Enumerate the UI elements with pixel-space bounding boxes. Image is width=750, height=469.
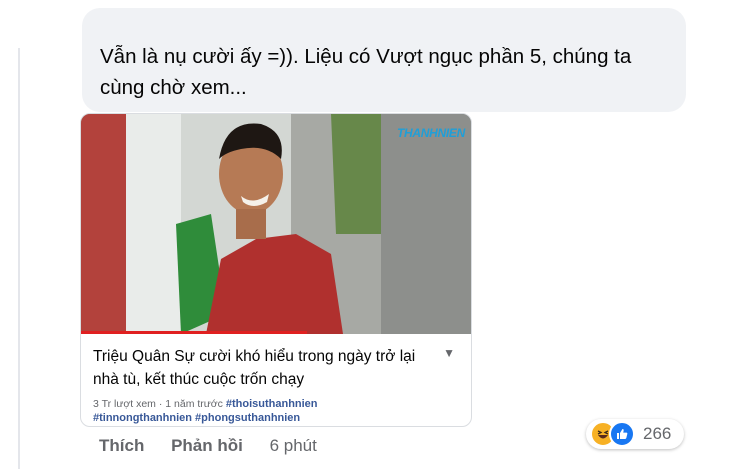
like-button[interactable]: Thích bbox=[99, 436, 144, 455]
chevron-down-icon[interactable]: ▼ bbox=[443, 346, 455, 360]
thread-line bbox=[18, 0, 20, 469]
video-card-body: Triệu Quân Sự cười khó hiểu trong ngày t… bbox=[81, 334, 471, 425]
video-thumbnail[interactable]: THANHNIEN bbox=[81, 114, 471, 334]
video-meta: 3 Tr lượt xem · 1 năm trước #thoisuthanh… bbox=[93, 397, 435, 411]
hashtag-link[interactable]: #tinnongthanhnien bbox=[93, 412, 192, 424]
video-frame-illustration bbox=[81, 114, 471, 334]
reaction-summary[interactable]: 266 bbox=[586, 419, 684, 449]
reaction-count: 266 bbox=[643, 424, 672, 443]
hashtag-link[interactable]: #thoisuthanhnien bbox=[226, 398, 318, 410]
channel-watermark: THANHNIEN bbox=[397, 126, 465, 140]
hashtag-row: #tinnongthanhnien #phongsuthanhnien bbox=[93, 411, 435, 425]
video-views-time: 3 Tr lượt xem · 1 năm trước bbox=[93, 398, 223, 410]
comment-bubble: Vẫn là nụ cười ấy =)). Liệu có Vượt ngục… bbox=[82, 8, 686, 112]
video-title[interactable]: Triệu Quân Sự cười khó hiểu trong ngày t… bbox=[93, 345, 435, 391]
video-share-card[interactable]: THANHNIEN Triệu Quân Sự cười khó hiểu tr… bbox=[80, 113, 472, 427]
reply-button[interactable]: Phản hồi bbox=[171, 436, 243, 455]
comment-text-line-1: Vẫn là nụ cười ấy =)). Liệu có Vượt ngục… bbox=[100, 45, 632, 68]
hashtag-link[interactable]: #phongsuthanhnien bbox=[195, 412, 300, 424]
like-icon bbox=[609, 421, 635, 447]
comment-actions: Thích Phản hồi 6 phút bbox=[99, 436, 339, 456]
comment-timestamp[interactable]: 6 phút bbox=[270, 436, 317, 455]
comment-text-line-2: cùng chờ xem... bbox=[100, 76, 247, 99]
